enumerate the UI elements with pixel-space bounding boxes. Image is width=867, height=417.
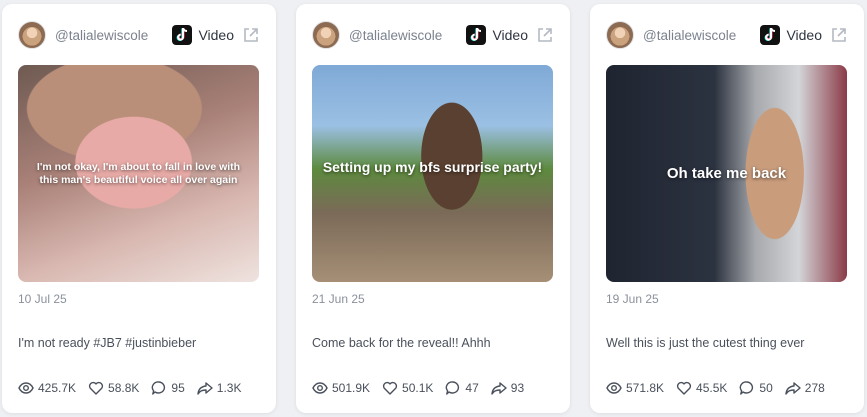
post-stats: 425.7K 58.8K 95 1.3K <box>18 380 253 396</box>
comments-stat: 47 <box>445 380 479 396</box>
video-thumbnail[interactable]: Setting up my bfs surprise party! <box>312 65 553 282</box>
likes-stat: 45.5K <box>676 380 727 396</box>
tiktok-icon <box>760 25 781 45</box>
share-icon <box>785 382 801 395</box>
comment-icon <box>740 381 754 395</box>
card-header: @talialewiscole Video <box>312 20 554 50</box>
heart-icon <box>382 381 398 395</box>
views-count: 501.9K <box>332 381 371 395</box>
comment-icon <box>152 381 166 395</box>
comments-stat: 95 <box>151 380 185 396</box>
likes-count: 50.1K <box>402 381 434 395</box>
shares-count: 1.3K <box>216 381 242 395</box>
likes-stat: 58.8K <box>88 380 139 396</box>
author-handle[interactable]: @talialewiscole <box>55 28 172 43</box>
heart-icon <box>88 381 104 395</box>
eye-icon <box>312 382 328 394</box>
platform-badge: Video <box>466 25 528 45</box>
card-header: @talialewiscole Video <box>18 20 260 50</box>
post-date: 10 Jul 25 <box>18 292 67 306</box>
platform-badge: Video <box>760 25 822 45</box>
post-card[interactable]: @talialewiscole Video I'm not okay, I'm … <box>2 4 276 413</box>
post-card[interactable]: @talialewiscole Video Setting up my bfs … <box>296 4 570 413</box>
post-date: 19 Jun 25 <box>606 292 659 306</box>
comments-count: 47 <box>465 381 479 395</box>
share-icon <box>197 382 213 395</box>
likes-count: 45.5K <box>696 381 728 395</box>
likes-count: 58.8K <box>108 381 140 395</box>
shares-stat: 278 <box>785 380 825 396</box>
views-stat: 425.7K <box>18 380 76 396</box>
post-stats: 501.9K 50.1K 47 93 <box>312 380 536 396</box>
thumbnail-caption: Oh take me back <box>666 165 787 182</box>
avatar[interactable] <box>312 21 340 49</box>
external-link-icon[interactable] <box>830 26 848 44</box>
author-handle[interactable]: @talialewiscole <box>643 28 760 43</box>
tiktok-icon <box>466 25 487 45</box>
external-link-icon[interactable] <box>536 26 554 44</box>
tiktok-icon <box>172 25 193 45</box>
comment-icon <box>446 381 460 395</box>
comments-count: 95 <box>171 381 185 395</box>
post-card[interactable]: @talialewiscole Video Oh take me back 19… <box>590 4 864 413</box>
avatar[interactable] <box>18 21 46 49</box>
platform-label: Video <box>786 27 822 43</box>
comments-stat: 50 <box>739 380 773 396</box>
shares-stat: 93 <box>491 380 524 396</box>
author-handle[interactable]: @talialewiscole <box>349 28 466 43</box>
platform-badge: Video <box>172 25 234 45</box>
platform-label: Video <box>492 27 528 43</box>
external-link-icon[interactable] <box>242 26 260 44</box>
post-description: Come back for the reveal!! Ahhh <box>312 336 491 350</box>
shares-stat: 1.3K <box>197 380 242 396</box>
avatar[interactable] <box>606 21 634 49</box>
thumbnail-caption: I'm not okay, I'm about to fall in love … <box>36 161 241 186</box>
eye-icon <box>18 382 34 394</box>
video-thumbnail[interactable]: I'm not okay, I'm about to fall in love … <box>18 65 259 282</box>
eye-icon <box>606 382 622 394</box>
views-stat: 501.9K <box>312 380 370 396</box>
likes-stat: 50.1K <box>382 380 433 396</box>
shares-count: 278 <box>804 381 825 395</box>
share-icon <box>491 382 507 395</box>
post-date: 21 Jun 25 <box>312 292 365 306</box>
video-thumbnail[interactable]: Oh take me back <box>606 65 847 282</box>
views-stat: 571.8K <box>606 380 664 396</box>
card-header: @talialewiscole Video <box>606 20 848 50</box>
platform-label: Video <box>198 27 234 43</box>
views-count: 425.7K <box>38 381 77 395</box>
post-stats: 571.8K 45.5K 50 278 <box>606 380 837 396</box>
heart-icon <box>676 381 692 395</box>
views-count: 571.8K <box>626 381 665 395</box>
comments-count: 50 <box>759 381 773 395</box>
thumbnail-caption: Setting up my bfs surprise party! <box>322 159 543 175</box>
post-description: Well this is just the cutest thing ever <box>606 336 805 350</box>
post-description: I'm not ready #JB7 #justinbieber <box>18 336 197 350</box>
shares-count: 93 <box>510 381 525 395</box>
